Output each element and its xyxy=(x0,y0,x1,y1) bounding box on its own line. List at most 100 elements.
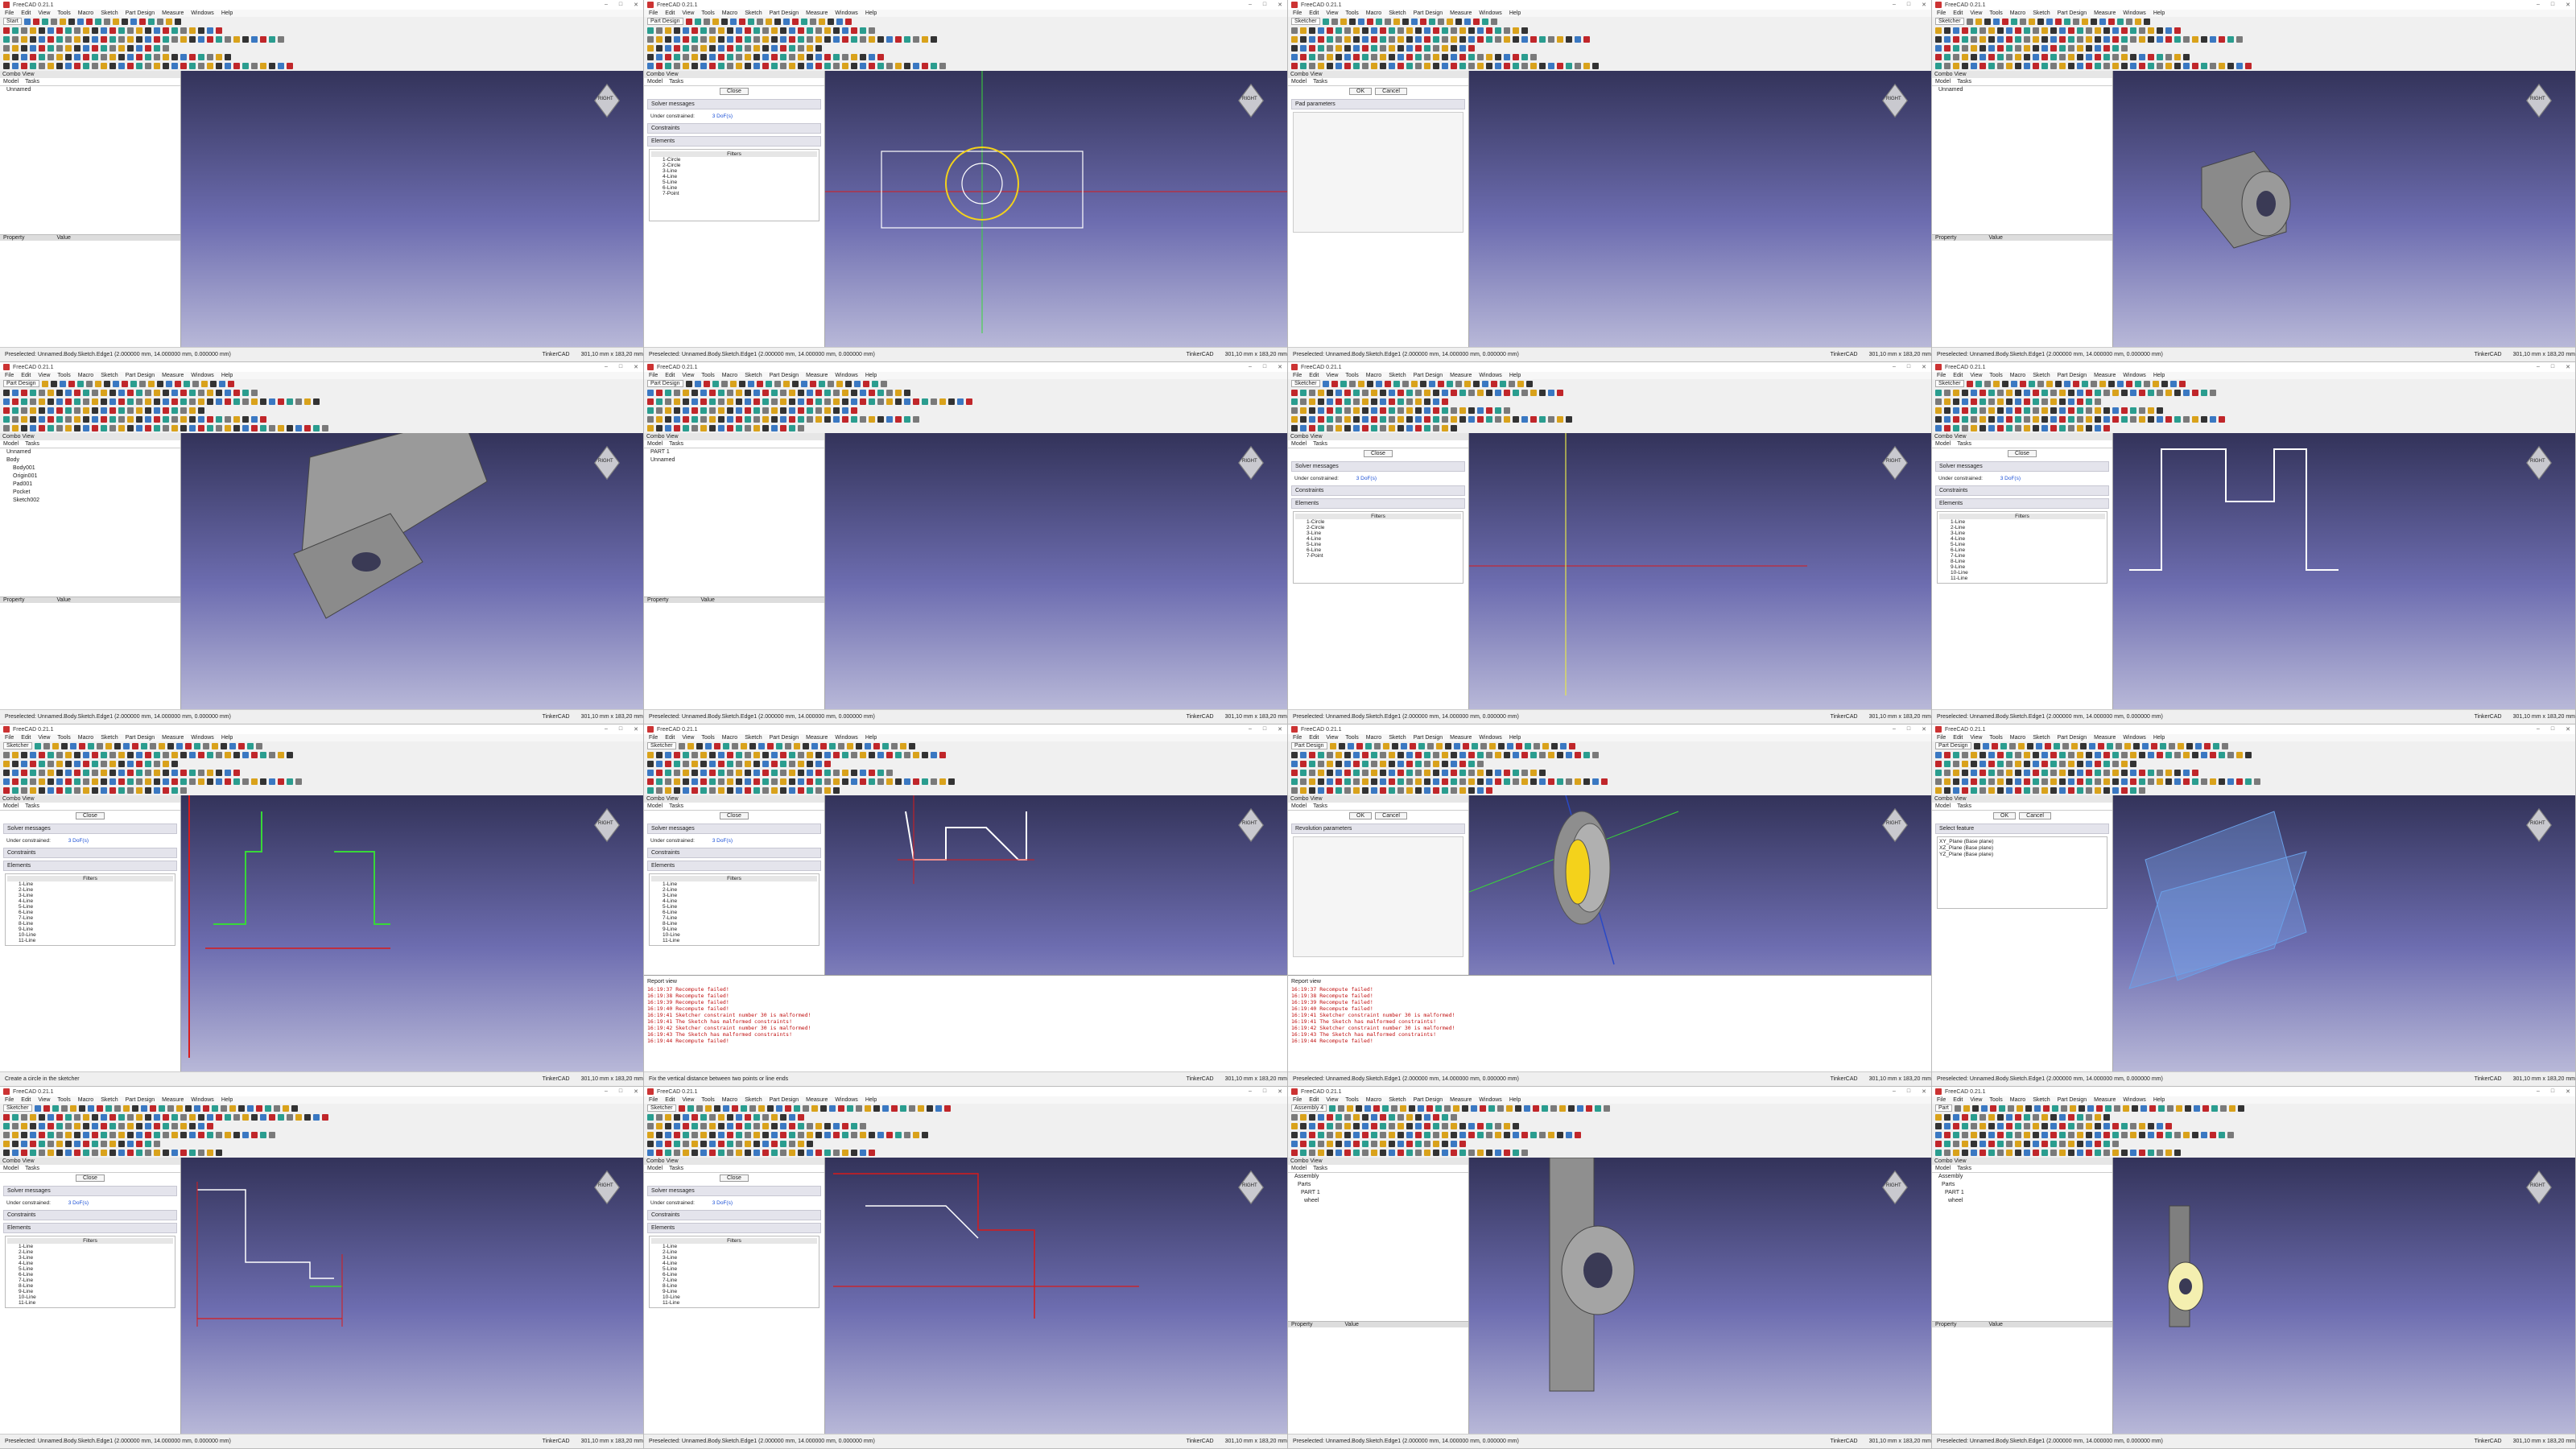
toolbar-button-icon[interactable] xyxy=(1424,760,1430,767)
navigation-cube[interactable]: RIGHT xyxy=(588,808,625,844)
toolbar-button-icon[interactable] xyxy=(2116,18,2124,25)
toolbar-button-icon[interactable] xyxy=(180,1122,187,1129)
toolbar-button-icon[interactable] xyxy=(1499,380,1506,387)
toolbar-button-icon[interactable] xyxy=(127,778,134,785)
toolbar-button-icon[interactable] xyxy=(807,53,813,60)
toolbar-button-icon[interactable] xyxy=(216,62,222,69)
toolbar-button-icon[interactable] xyxy=(56,1149,63,1156)
element-row[interactable]: 1-Line xyxy=(7,1244,173,1249)
toolbar-button-icon[interactable] xyxy=(2112,769,2119,776)
toolbar-button-icon[interactable] xyxy=(65,769,72,776)
toolbar-button-icon[interactable] xyxy=(700,778,707,785)
tab-tasks[interactable]: Tasks xyxy=(1313,441,1327,447)
toolbar-button-icon[interactable] xyxy=(189,389,196,396)
toolbar-button-icon[interactable] xyxy=(2077,760,2083,767)
toolbar-button-icon[interactable] xyxy=(1433,424,1439,431)
tree-item[interactable]: Assembly xyxy=(1288,1173,1468,1181)
tree-item[interactable]: Sketch002 xyxy=(0,497,180,505)
toolbar-button-icon[interactable] xyxy=(1291,44,1298,52)
toolbar-button-icon[interactable] xyxy=(683,53,689,60)
toolbar-button-icon[interactable] xyxy=(2121,786,2128,794)
menu-item[interactable]: Sketch xyxy=(1389,1097,1406,1103)
menu-item[interactable]: Help xyxy=(2153,10,2165,16)
toolbar-button-icon[interactable] xyxy=(780,769,786,776)
close-button[interactable]: Close xyxy=(76,812,105,819)
toolbar-button-icon[interactable] xyxy=(736,778,742,785)
toolbar-button-icon[interactable] xyxy=(47,398,54,405)
3d-viewport[interactable]: RIGHT xyxy=(181,795,643,1071)
toolbar-button-icon[interactable] xyxy=(913,751,919,758)
toolbar-button-icon[interactable] xyxy=(1459,62,1466,69)
toolbar-button-icon[interactable] xyxy=(771,778,778,785)
toolbar-button-icon[interactable] xyxy=(709,1131,716,1138)
workbench-selector[interactable]: Part Design xyxy=(647,18,683,25)
toolbar-button-icon[interactable] xyxy=(1415,62,1422,69)
toolbar-button-icon[interactable] xyxy=(1962,760,1968,767)
toolbar-button-icon[interactable] xyxy=(2236,778,2243,785)
toolbar-button-icon[interactable] xyxy=(1335,760,1342,767)
toolbar-button-icon[interactable] xyxy=(154,398,160,405)
toolbar-button-icon[interactable] xyxy=(1971,398,1977,405)
toolbar-button-icon[interactable] xyxy=(2254,778,2260,785)
toolbar-button-icon[interactable] xyxy=(12,407,19,414)
toolbar-button-icon[interactable] xyxy=(762,1149,769,1156)
toolbar-button-icon[interactable] xyxy=(322,424,328,431)
toolbar-button-icon[interactable] xyxy=(21,1140,27,1147)
toolbar-button-icon[interactable] xyxy=(2139,769,2145,776)
toolbar-button-icon[interactable] xyxy=(683,1113,689,1121)
toolbar-button-icon[interactable] xyxy=(237,742,245,749)
toolbar-button-icon[interactable] xyxy=(242,1113,249,1121)
toolbar-button-icon[interactable] xyxy=(811,1104,818,1112)
toolbar-button-icon[interactable] xyxy=(1451,1113,1457,1121)
toolbar-button-icon[interactable] xyxy=(2077,1140,2083,1147)
menu-item[interactable]: Edit xyxy=(665,1097,675,1103)
toolbar-button-icon[interactable] xyxy=(154,53,160,60)
toolbar-button-icon[interactable] xyxy=(1548,389,1554,396)
toolbar-button-icon[interactable] xyxy=(1521,389,1528,396)
toolbar-button-icon[interactable] xyxy=(2090,18,2097,25)
toolbar-button-icon[interactable] xyxy=(2041,407,2048,414)
toolbar-button-icon[interactable] xyxy=(207,769,213,776)
toolbar-button-icon[interactable] xyxy=(1971,424,1977,431)
toolbar-button-icon[interactable] xyxy=(1471,1104,1478,1112)
tree-item[interactable]: Unnamed xyxy=(0,448,180,456)
toolbar-button-icon[interactable] xyxy=(846,1104,853,1112)
toolbar-button-icon[interactable] xyxy=(65,407,72,414)
toolbar-button-icon[interactable] xyxy=(2086,778,2092,785)
toolbar-button-icon[interactable] xyxy=(683,398,689,405)
toolbar-button-icon[interactable] xyxy=(718,53,724,60)
toolbar-button-icon[interactable] xyxy=(127,53,134,60)
toolbar-button-icon[interactable] xyxy=(718,407,724,414)
toolbar-button-icon[interactable] xyxy=(39,35,45,43)
toolbar-button-icon[interactable] xyxy=(1433,1149,1439,1156)
toolbar-button-icon[interactable] xyxy=(278,398,284,405)
toolbar-button-icon[interactable] xyxy=(765,380,772,387)
toolbar-button-icon[interactable] xyxy=(869,62,875,69)
toolbar-button-icon[interactable] xyxy=(118,27,125,34)
toolbar-button-icon[interactable] xyxy=(74,424,80,431)
toolbar-button-icon[interactable] xyxy=(2006,44,2013,52)
toolbar-button-icon[interactable] xyxy=(1433,786,1439,794)
toolbar-button-icon[interactable] xyxy=(709,751,716,758)
toolbar-button-icon[interactable] xyxy=(1397,35,1404,43)
toolbar-button-icon[interactable] xyxy=(1530,1131,1537,1138)
toolbar-button-icon[interactable] xyxy=(60,742,68,749)
toolbar-button-icon[interactable] xyxy=(2024,398,2030,405)
minimize-icon[interactable]: – xyxy=(1249,2,1252,8)
toolbar-button-icon[interactable] xyxy=(1433,35,1439,43)
toolbar-button-icon[interactable] xyxy=(762,786,769,794)
toolbar-button-icon[interactable] xyxy=(74,35,80,43)
toolbar-button-icon[interactable] xyxy=(789,424,795,431)
toolbar-button-icon[interactable] xyxy=(74,1122,80,1129)
toolbar-button-icon[interactable] xyxy=(727,27,733,34)
toolbar-button-icon[interactable] xyxy=(3,415,10,423)
toolbar-button-icon[interactable] xyxy=(1486,786,1492,794)
toolbar-button-icon[interactable] xyxy=(1364,1104,1372,1112)
element-row[interactable]: 7-Line xyxy=(651,1278,817,1283)
toolbar-button-icon[interactable] xyxy=(1424,769,1430,776)
toolbar-button-icon[interactable] xyxy=(877,398,884,405)
toolbar-button-icon[interactable] xyxy=(1979,1122,1986,1129)
3d-viewport[interactable]: RIGHT xyxy=(1469,433,1931,709)
tab-model[interactable]: Model xyxy=(1935,441,1951,447)
element-row[interactable]: 3-Line xyxy=(7,1255,173,1261)
